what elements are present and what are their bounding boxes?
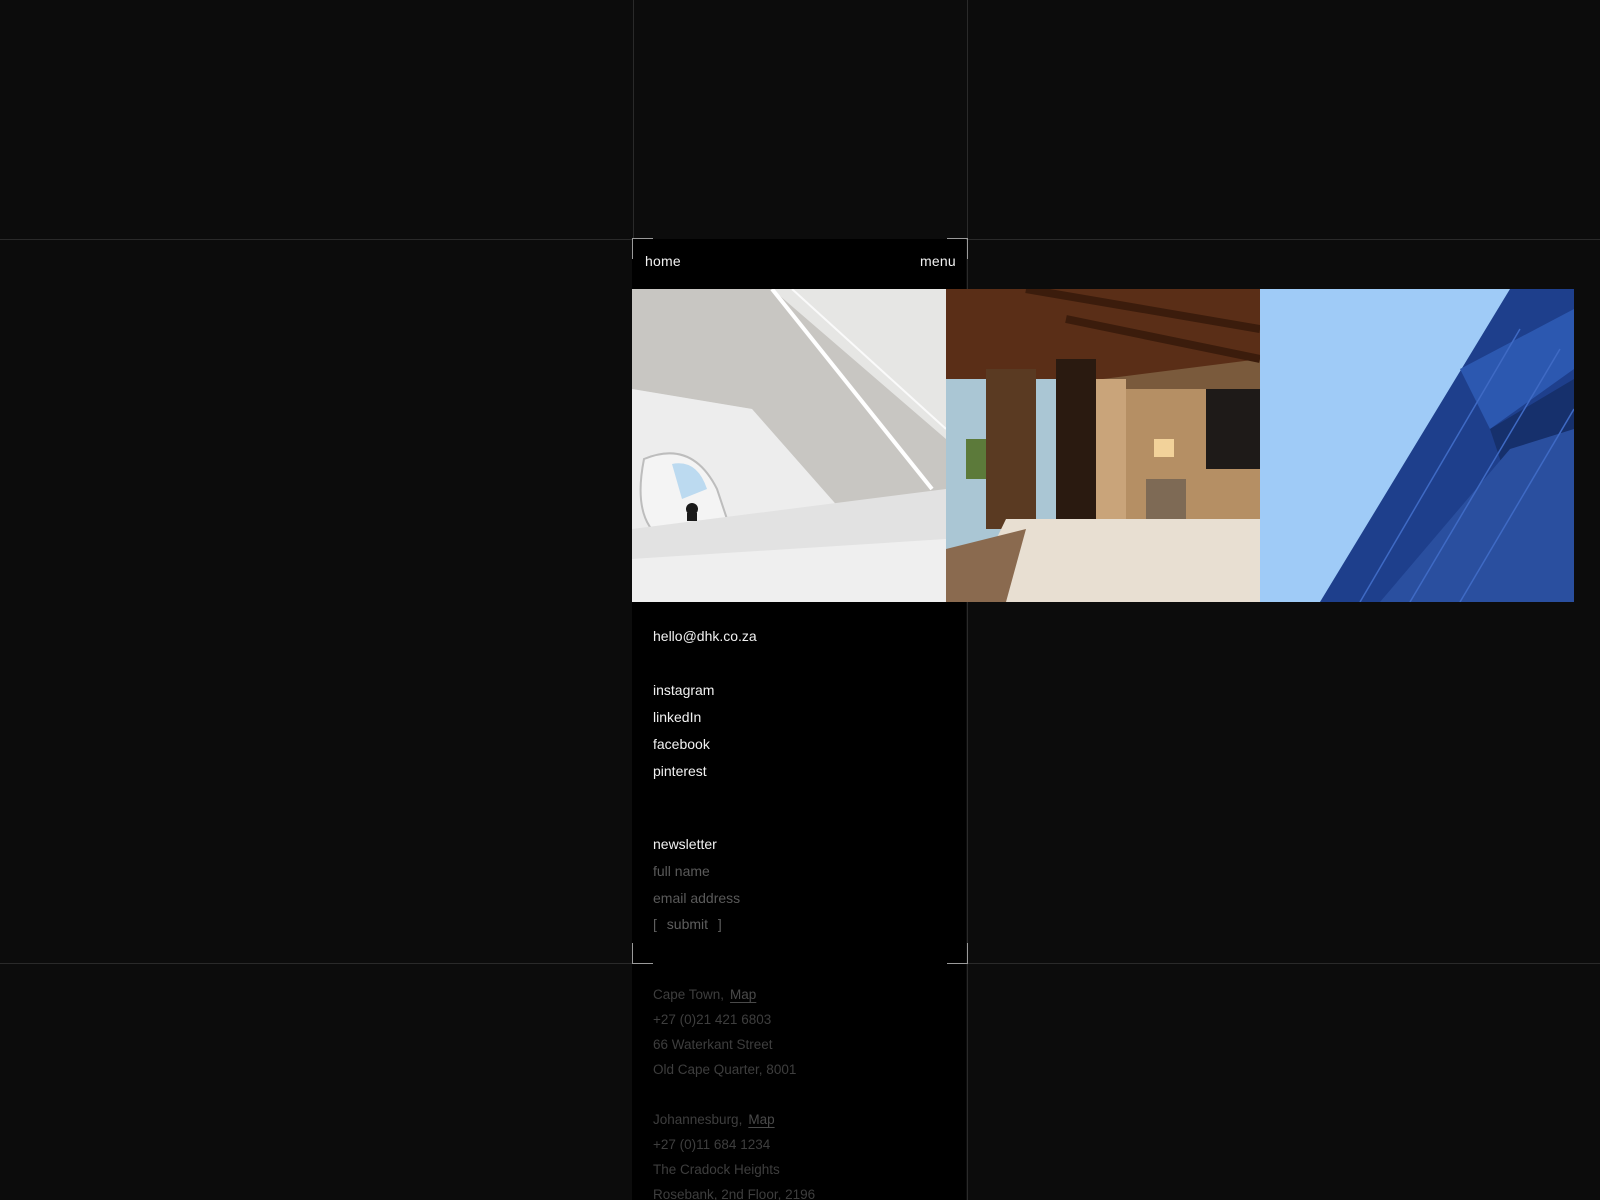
office-phone: +27 (0)21 421 6803 <box>653 1012 772 1027</box>
submit-bracket-open: [ <box>653 916 657 932</box>
office-address-line: Old Cape Quarter, 8001 <box>653 1062 797 1077</box>
office-cape-town-heading: Cape Town, Map <box>653 987 756 1002</box>
instagram-link[interactable]: instagram <box>653 682 714 698</box>
submit-bracket-close: ] <box>717 916 722 932</box>
office-city: Cape Town, <box>653 987 725 1002</box>
office-address-line: 66 Waterkant Street <box>653 1037 773 1052</box>
corner-bracket <box>632 943 653 964</box>
submit-label: submit <box>666 916 709 932</box>
image-gallery[interactable] <box>632 289 1600 602</box>
office-phone: +27 (0)11 684 1234 <box>653 1137 771 1152</box>
next-image <box>1574 289 1600 602</box>
gallery-image-next[interactable] <box>1574 289 1600 602</box>
corner-bracket <box>947 943 968 964</box>
submit-button[interactable]: [ submit ] <box>653 916 722 932</box>
home-link[interactable]: home <box>645 253 681 269</box>
gallery-image-bedroom[interactable] <box>946 289 1260 602</box>
office-city: Johannesburg, <box>653 1112 743 1127</box>
office-johannesburg-heading: Johannesburg, Map <box>653 1112 775 1127</box>
linkedin-link[interactable]: linkedIn <box>653 709 701 725</box>
email-address-field[interactable] <box>653 888 913 908</box>
menu-button[interactable]: menu <box>920 253 956 269</box>
office-address-line: Rosebank, 2nd Floor, 2196 <box>653 1187 816 1200</box>
atrium-image <box>632 289 946 602</box>
bedroom-image <box>946 289 1260 602</box>
full-name-field[interactable] <box>653 861 913 881</box>
johannesburg-map-link[interactable]: Map <box>748 1112 774 1127</box>
newsletter-heading: newsletter <box>653 836 717 852</box>
email-link[interactable]: hello@dhk.co.za <box>653 628 757 644</box>
pinterest-link: pinterest <box>653 763 707 779</box>
office-address-line: The Cradock Heights <box>653 1162 780 1177</box>
tower-image <box>1260 289 1574 602</box>
facebook-link[interactable]: facebook <box>653 736 710 752</box>
cape-town-map-link[interactable]: Map <box>730 987 756 1002</box>
gallery-image-tower[interactable] <box>1260 289 1574 602</box>
gallery-image-atrium[interactable] <box>632 289 946 602</box>
page: home menu hello@dhk.co.za instagram link… <box>0 0 1600 1200</box>
